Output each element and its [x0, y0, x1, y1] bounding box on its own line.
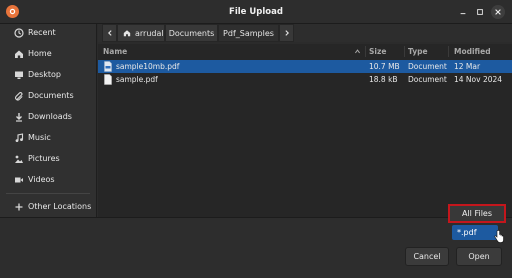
- close-button[interactable]: [491, 5, 505, 19]
- breadcrumb-pdf-samples[interactable]: Pdf_Samples: [218, 24, 279, 42]
- breadcrumb-documents[interactable]: Documents: [165, 24, 218, 42]
- places-sidebar: Recent Home Desktop Documents Downloads …: [0, 24, 97, 217]
- column-header-label: Name: [103, 47, 128, 56]
- hand-cursor-icon: [494, 230, 504, 243]
- dialog-action-bar: Cancel Open: [0, 217, 512, 278]
- pictures-icon: [14, 154, 24, 164]
- column-header-label: Size: [369, 47, 387, 56]
- sidebar-item-home[interactable]: Home: [0, 45, 96, 63]
- chevron-right-icon: [284, 30, 289, 36]
- breadcrumb-label: arrudal: [135, 28, 164, 38]
- pdf-file-icon: [104, 74, 112, 85]
- breadcrumb-label: Documents: [168, 28, 215, 38]
- sidebar-item-label: Documents: [28, 91, 74, 100]
- sidebar-item-label: Desktop: [28, 70, 61, 79]
- minimize-button[interactable]: [456, 5, 470, 19]
- sidebar-item-label: Home: [28, 49, 52, 58]
- window-title: File Upload: [229, 7, 283, 17]
- desktop-icon: [14, 70, 24, 80]
- sidebar-item-recent[interactable]: Recent: [0, 24, 96, 42]
- file-size: 10.7 MB: [369, 62, 400, 71]
- sidebar-item-documents[interactable]: Documents: [0, 87, 96, 105]
- clock-icon: [14, 28, 24, 38]
- sidebar-item-downloads[interactable]: Downloads: [0, 108, 96, 126]
- cancel-button[interactable]: Cancel: [405, 247, 449, 266]
- column-header-label: Type: [408, 47, 428, 56]
- file-type: Document: [408, 62, 447, 71]
- sidebar-item-label: Pictures: [28, 154, 60, 163]
- paperclip-icon: [14, 91, 24, 101]
- column-divider: [365, 46, 366, 57]
- column-header-modified[interactable]: Modified: [454, 44, 512, 59]
- sort-indicator-icon: [355, 49, 360, 54]
- column-header-name[interactable]: Name: [103, 44, 363, 59]
- breadcrumb-home[interactable]: arrudal: [117, 24, 165, 42]
- file-list[interactable]: Name Size Type Modified sample10mb.pdf 1…: [98, 44, 512, 217]
- download-icon: [14, 112, 24, 122]
- open-button-label: Open: [468, 252, 490, 261]
- path-back-button[interactable]: [102, 24, 117, 42]
- home-icon: [123, 30, 131, 37]
- video-icon: [14, 175, 24, 185]
- file-name: sample10mb.pdf: [116, 62, 180, 71]
- path-forward-button[interactable]: [279, 24, 294, 42]
- path-bar: arrudal Documents Pdf_Samples: [98, 24, 512, 42]
- open-button[interactable]: Open: [456, 247, 502, 266]
- file-modified: 14 Nov 2024: [454, 75, 503, 84]
- plus-icon: [14, 202, 24, 212]
- column-divider: [404, 46, 405, 57]
- file-filter-option-label: *.pdf: [457, 228, 477, 237]
- sidebar-item-videos[interactable]: Videos: [0, 171, 96, 189]
- sidebar-item-label: Downloads: [28, 112, 72, 121]
- sidebar-divider: [6, 193, 90, 194]
- sidebar-item-label: Recent: [28, 28, 56, 37]
- column-divider: [448, 46, 449, 57]
- file-type: Document: [408, 75, 447, 84]
- sidebar-item-pictures[interactable]: Pictures: [0, 150, 96, 168]
- file-row[interactable]: sample10mb.pdf 10.7 MB Document 12 Mar: [98, 60, 512, 73]
- music-icon: [14, 133, 24, 143]
- sidebar-item-other-locations[interactable]: Other Locations: [0, 198, 96, 216]
- close-icon: [495, 9, 501, 15]
- sidebar-item-desktop[interactable]: Desktop: [0, 66, 96, 84]
- sidebar-item-music[interactable]: Music: [0, 129, 96, 147]
- cancel-button-label: Cancel: [413, 252, 441, 261]
- maximize-icon: [477, 9, 483, 15]
- column-header-label: Modified: [454, 47, 491, 56]
- title-bar: File Upload: [0, 0, 512, 24]
- sidebar-item-label: Other Locations: [28, 202, 92, 211]
- file-name: sample.pdf: [116, 75, 158, 84]
- sidebar-item-label: Music: [28, 133, 51, 142]
- file-modified: 12 Mar: [454, 62, 481, 71]
- file-filter-pdf-option[interactable]: *.pdf: [452, 225, 498, 240]
- file-filter-all-files[interactable]: All Files: [448, 204, 506, 223]
- file-row[interactable]: sample.pdf 18.8 kB Document 14 Nov 2024: [98, 73, 512, 86]
- file-size: 18.8 kB: [369, 75, 398, 84]
- column-header-size[interactable]: Size: [369, 44, 405, 59]
- breadcrumb-label: Pdf_Samples: [223, 28, 274, 38]
- file-filter-label: All Files: [461, 209, 492, 218]
- maximize-button[interactable]: [473, 5, 487, 19]
- sidebar-item-label: Videos: [28, 175, 55, 184]
- column-header-type[interactable]: Type: [408, 44, 448, 59]
- minimize-icon: [460, 13, 466, 15]
- chevron-left-icon: [107, 30, 112, 36]
- home-icon: [14, 49, 24, 59]
- pdf-file-icon: [104, 61, 112, 72]
